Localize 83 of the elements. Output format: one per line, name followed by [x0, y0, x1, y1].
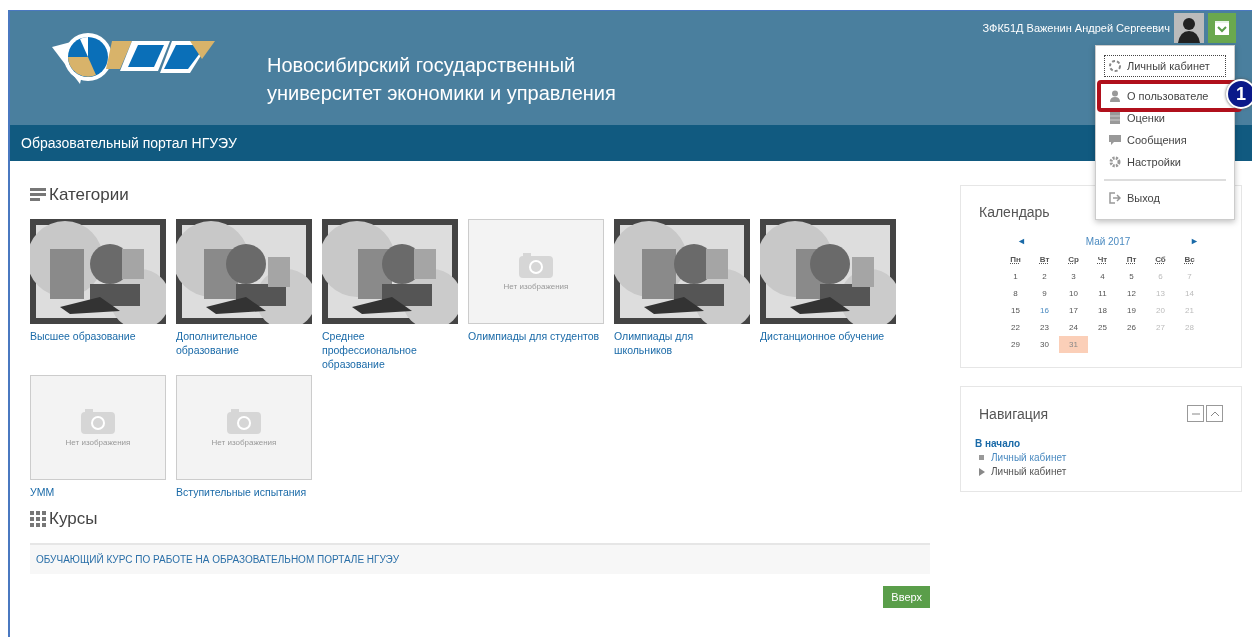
annotation-badge: 1: [1226, 79, 1252, 109]
calendar-day: 26: [1117, 319, 1146, 336]
camera-icon: [81, 408, 115, 434]
bullet-icon: [979, 454, 985, 461]
calendar-day: 11: [1088, 285, 1117, 302]
minimize-button[interactable]: [1187, 405, 1204, 422]
university-name: университет экономики и управления: [267, 81, 616, 106]
collapse-button[interactable]: [1206, 405, 1223, 422]
weekday-label: Пт: [1125, 254, 1138, 266]
camera-icon: [227, 408, 261, 434]
list-icon: [30, 188, 46, 202]
camera-icon: [519, 252, 553, 278]
weekday-label: Чт: [1096, 254, 1109, 266]
no-image-text: Нет изображения: [503, 282, 569, 291]
calendar-day: 8: [1001, 285, 1030, 302]
category-link[interactable]: Вступительные испытания: [176, 485, 313, 499]
menu-item[interactable]: Сообщения: [1104, 129, 1226, 151]
calendar-day: 13: [1146, 285, 1175, 302]
calendar-day: 17: [1059, 302, 1088, 319]
calendar-day: 5: [1117, 268, 1146, 285]
calendar-day: 4: [1088, 268, 1117, 285]
user-avatar-icon[interactable]: [1174, 13, 1204, 43]
menu-item[interactable]: О пользователе: [1104, 85, 1226, 107]
previous-month-button[interactable]: ◄: [1017, 236, 1026, 247]
calendar-day: 9: [1030, 285, 1059, 302]
university-name: Новосибирский государственный: [267, 53, 577, 78]
section-title: Курсы: [49, 509, 98, 529]
settings-icon: [1109, 156, 1121, 168]
weekday-label: Вс: [1183, 254, 1196, 266]
menu-item[interactable]: Оценки: [1104, 107, 1226, 129]
calendar-day: 1: [1001, 268, 1030, 285]
calendar-day: 24: [1059, 319, 1088, 336]
calendar-day: 3: [1059, 268, 1088, 285]
table-icon: [1109, 112, 1121, 124]
category-link[interactable]: Среднее профессиональное образование: [322, 329, 459, 371]
calendar-day: 22: [1001, 319, 1030, 336]
back-to-top-button[interactable]: Вверх: [883, 586, 930, 608]
calendar-day: 14: [1175, 285, 1204, 302]
weekday-label: Вт: [1038, 254, 1051, 266]
weekday-label: Ср: [1067, 254, 1080, 266]
calendar-day: 19: [1117, 302, 1146, 319]
no-image-text: Нет изображения: [65, 438, 131, 447]
section-title: Категории: [49, 185, 129, 205]
category-link[interactable]: Олимпиады для студентов: [468, 329, 605, 343]
menu-item[interactable]: Выход: [1104, 187, 1226, 209]
panel-title: Календарь: [979, 204, 1051, 220]
logout-icon: [1109, 192, 1121, 204]
calendar-check-icon: [1214, 20, 1230, 36]
calendar-day[interactable]: 16: [1030, 302, 1059, 319]
next-month-button[interactable]: ►: [1190, 236, 1199, 247]
calendar-day: 12: [1117, 285, 1146, 302]
navigation-item[interactable]: Личный кабинет: [991, 452, 1067, 463]
calendar-day: 25: [1088, 319, 1117, 336]
calendar-day: 2: [1030, 268, 1059, 285]
calendar-day: 23: [1030, 319, 1059, 336]
weekday-label: Сб: [1154, 254, 1167, 266]
calendar-day: 10: [1059, 285, 1088, 302]
category-link[interactable]: Высшее образование: [30, 329, 167, 343]
user-icon: [1109, 90, 1121, 102]
panel-title: Навигация: [979, 405, 1049, 422]
dashboard-icon: [1109, 60, 1121, 72]
expand-icon[interactable]: [979, 467, 985, 476]
course-link[interactable]: ОБУЧАЮЩИЙ КУРС ПО РАБОТЕ НА ОБРАЗОВАТЕЛЬНОМ ПОРТАЛЕ НГУЭУ: [30, 543, 930, 574]
portal-brand-link[interactable]: Образовательный портал НГУЭУ: [21, 135, 237, 151]
menu-item[interactable]: Настройки: [1104, 151, 1226, 173]
no-image-text: Нет изображения: [211, 438, 277, 447]
navigation-item[interactable]: Личный кабинет: [991, 466, 1067, 477]
calendar-day: 15: [1001, 302, 1030, 319]
calendar-day: 18: [1088, 302, 1117, 319]
menu-item[interactable]: Личный кабинет: [1104, 55, 1226, 77]
category-link[interactable]: Олимпиады для школьников: [614, 329, 751, 357]
chat-icon: [1109, 134, 1121, 146]
user-name: ЗФК51Д Важенин Андрей Сергеевич: [982, 22, 1170, 34]
category-link[interactable]: Дополнительное образование: [176, 329, 313, 357]
category-link[interactable]: Дистанционное обучение: [760, 329, 897, 343]
home-link[interactable]: В начало: [975, 438, 1223, 449]
calendar-day: 29: [1001, 336, 1030, 353]
calendar-day: 31: [1059, 336, 1088, 353]
category-link[interactable]: УММ: [30, 485, 167, 499]
month-link[interactable]: Май 2017: [1085, 236, 1131, 247]
calendar-day: 30: [1030, 336, 1059, 353]
weekday-label: Пн: [1009, 254, 1022, 266]
grid-icon: [30, 511, 46, 527]
